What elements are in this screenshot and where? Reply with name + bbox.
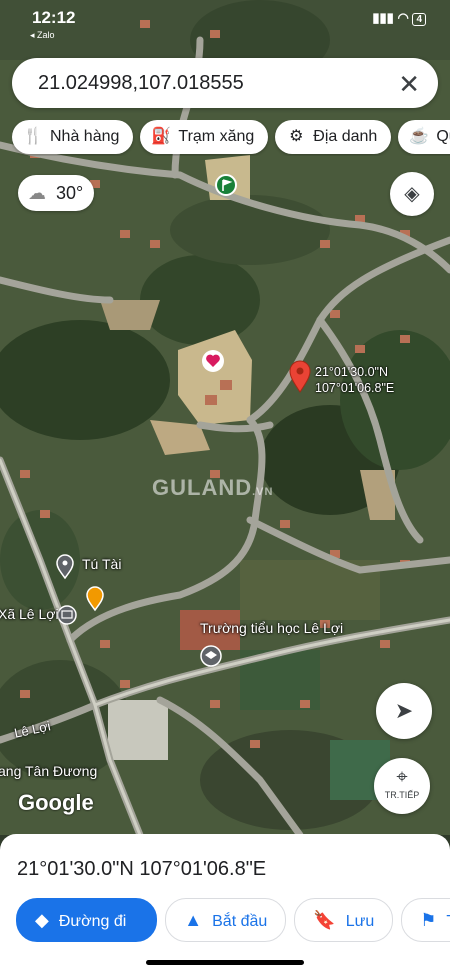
layers-icon: ◈ [404, 183, 420, 205]
weather-chip[interactable]: ☁ 30° [18, 175, 94, 211]
restaurant-icon: 🍴 [23, 128, 43, 145]
place-label-tu-tai[interactable]: Tú Tài [82, 556, 121, 572]
street-view-icon: ⌖ [396, 766, 408, 788]
home-indicator [146, 960, 304, 965]
label-button[interactable]: ⚑Th [401, 898, 450, 942]
bookmark-icon: 🔖 [313, 910, 336, 930]
pin-latitude: 21°01'30.0"N [315, 365, 388, 379]
chip-restaurants[interactable]: 🍴 Nhà hàng [12, 120, 134, 154]
directions-button[interactable]: ◆ Đường đi [16, 898, 158, 942]
my-location-button[interactable]: ➤ [376, 683, 432, 739]
street-view-label: TR.TIẾP [384, 790, 420, 800]
search-bar[interactable]: 21.024998,107.018555 ✕ [12, 58, 438, 108]
search-input[interactable]: 21.024998,107.018555 [38, 72, 244, 95]
chip-cafe[interactable]: ☕Quán [398, 120, 450, 154]
pin-longitude: 107°01'06.8"E [315, 381, 395, 395]
back-to-app[interactable]: ◂ Zalo [30, 30, 55, 41]
street-view-button[interactable]: ⌖ TR.TIẾP [374, 758, 430, 814]
place-label-tan-duong[interactable]: ang Tân Đương [0, 763, 97, 779]
status-time: 12:12 [32, 8, 76, 27]
place-sheet[interactable]: 21°01'30.0"N 107°01'06.8"E ◆ Đường đi ▲ Bắt… [0, 834, 450, 974]
watermark: GULAND.VN [152, 475, 274, 500]
category-chips: 🍴Nhà hàng⛽Trạm xăng⚙Địa danh☕Quán [12, 120, 450, 156]
chip-landmarks[interactable]: ⚙ Địa danh [275, 120, 392, 154]
wifi-icon: ◠ [397, 10, 409, 25]
save-button[interactable]: 🔖 Lưu [294, 898, 394, 942]
place-label-school[interactable]: Trường tiểu học Lê Lợi [200, 620, 343, 636]
gas-station-icon: ⛽ [151, 128, 172, 145]
action-buttons: ◆Đường đi▲Bắt đầu🔖Lưu⚑Th [16, 898, 450, 942]
signal-icon: ▮▮▮ [372, 10, 394, 25]
google-attribution: Google [18, 790, 94, 815]
battery-icon: 4 [412, 13, 426, 26]
status-bar: 12:12 ◂ Zalo ▮▮▮ ◠ 4 [0, 0, 450, 40]
flag-icon: ⚑ [420, 910, 437, 930]
navigation-arrow-icon: ➤ [394, 698, 414, 723]
cloud-icon: ☁ [28, 183, 46, 203]
dropped-pin-label[interactable]: 21°01'30.0"N 107°01'06.8"E [315, 364, 394, 396]
place-label-xa-le-loi[interactable]: Xã Lê Lợi [0, 606, 59, 622]
navigation-arrow-icon: ▲ [184, 910, 203, 930]
weather-temperature: 30° [56, 183, 84, 203]
directions-icon: ◆ [35, 910, 49, 930]
start-button[interactable]: ▲ Bắt đầu [165, 898, 287, 942]
cafe-icon: ☕ [409, 128, 430, 145]
status-icons: ▮▮▮ ◠ 4 [372, 10, 426, 26]
sheet-coordinates: 21°01'30.0"N 107°01'06.8"E [17, 858, 267, 880]
close-icon[interactable]: ✕ [398, 69, 420, 100]
chip-gas-stations[interactable]: ⛽ Trạm xăng [140, 120, 269, 154]
landmark-icon: ⚙ [289, 128, 304, 145]
layers-button[interactable]: ◈ [390, 172, 434, 216]
